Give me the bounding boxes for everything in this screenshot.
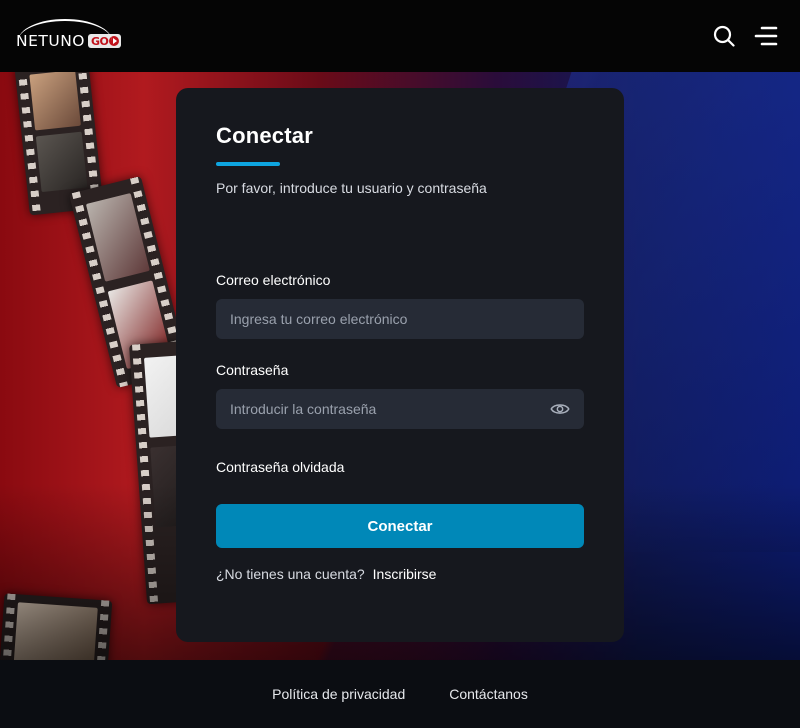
connect-button[interactable]: Conectar xyxy=(216,504,584,548)
eye-icon[interactable] xyxy=(550,400,570,418)
no-account-text: ¿No tienes una cuenta? xyxy=(216,566,365,582)
netuno-go-logo[interactable]: NETUNO GO xyxy=(16,19,122,51)
password-field-wrapper xyxy=(216,389,584,429)
title-underline xyxy=(216,162,280,166)
footer: Política de privacidad Contáctanos xyxy=(0,660,800,728)
password-label: Contraseña xyxy=(216,362,289,378)
email-label: Correo electrónico xyxy=(216,272,331,288)
login-subtitle: Por favor, introduce tu usuario y contra… xyxy=(216,180,487,196)
email-field[interactable] xyxy=(216,299,584,339)
top-header: NETUNO GO xyxy=(0,0,800,72)
login-card: Conectar Por favor, introduce tu usuario… xyxy=(176,88,624,642)
login-title: Conectar xyxy=(216,123,313,148)
filmstrip-decoration xyxy=(0,593,113,660)
password-field[interactable] xyxy=(216,389,584,429)
logo-arc xyxy=(18,19,112,41)
forgot-password-link[interactable]: Contraseña olvidada xyxy=(216,459,344,475)
signup-prompt: ¿No tienes una cuenta? Inscribirse xyxy=(216,566,584,582)
filmstrip-decoration xyxy=(68,176,190,388)
search-icon[interactable] xyxy=(712,24,736,48)
hamburger-menu-icon[interactable] xyxy=(754,24,778,48)
filmstrip-decoration xyxy=(14,72,104,216)
signup-link[interactable]: Inscribirse xyxy=(373,566,437,582)
header-actions xyxy=(712,24,778,48)
email-field-wrapper xyxy=(216,299,584,339)
privacy-policy-link[interactable]: Política de privacidad xyxy=(272,686,405,702)
contact-link[interactable]: Contáctanos xyxy=(449,686,528,702)
